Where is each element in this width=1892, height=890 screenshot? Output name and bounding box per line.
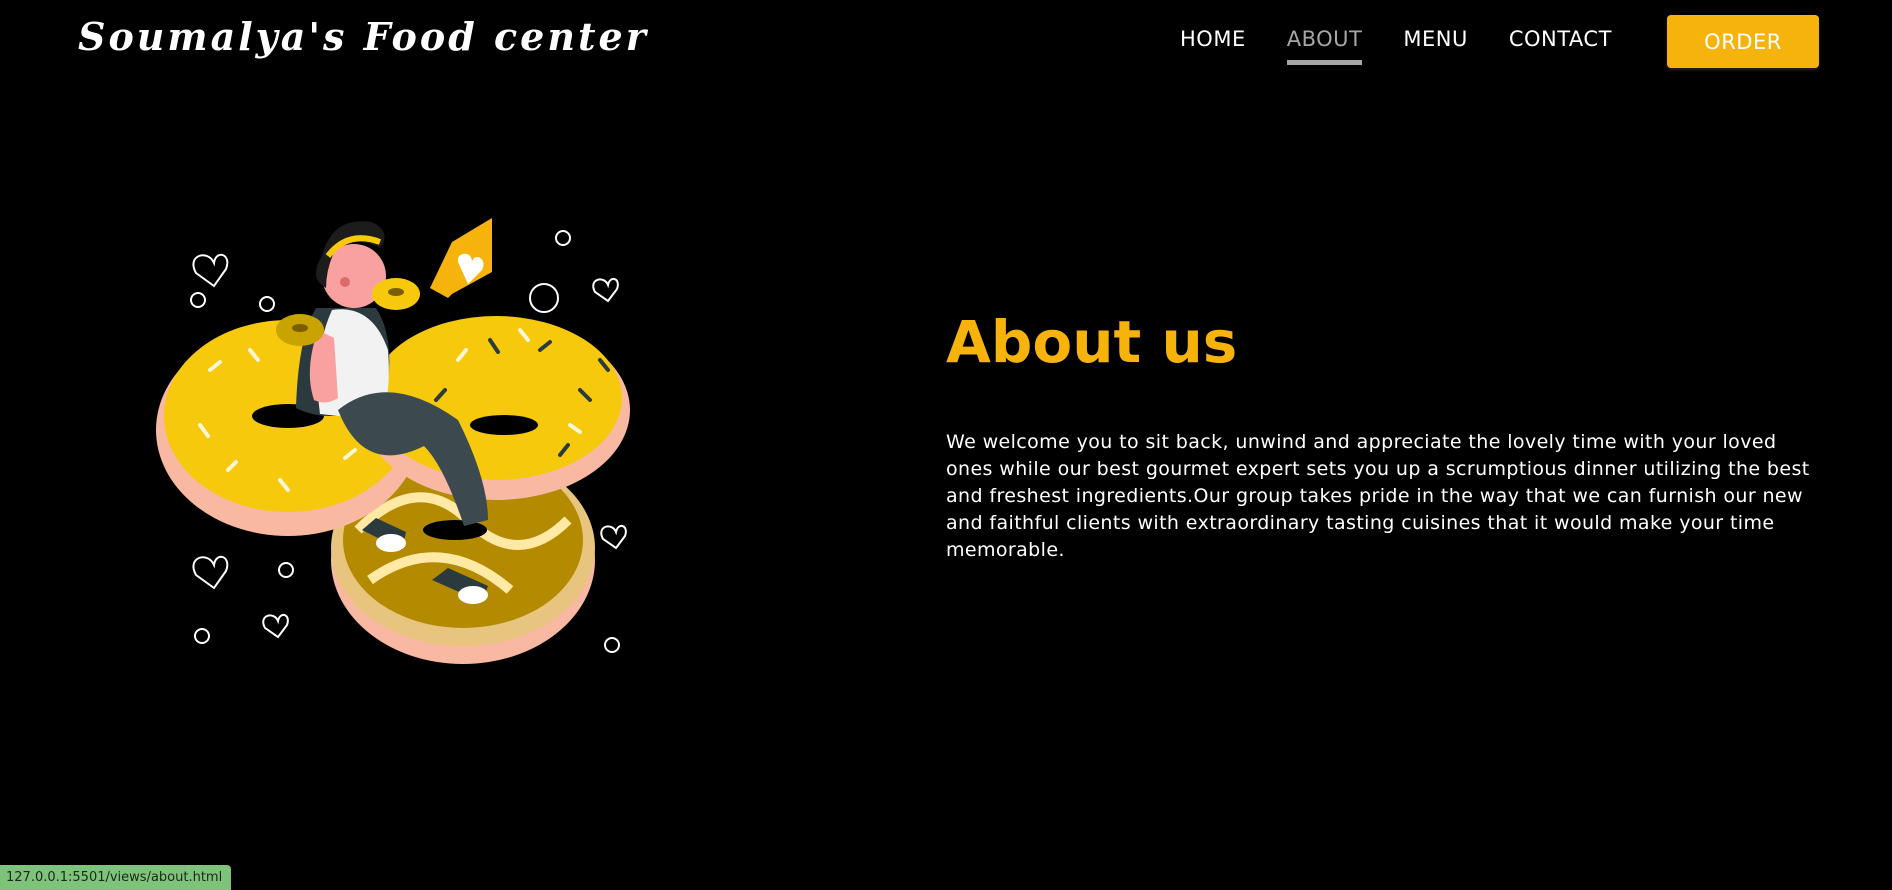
woman-eating-donuts-illustration [140, 200, 660, 680]
nav-about-link[interactable]: ABOUT [1286, 14, 1363, 65]
nav-contact-link[interactable]: CONTACT [1509, 14, 1612, 65]
about-description: We welcome you to sit back, unwind and a… [946, 431, 1810, 561]
nav-links: HOME ABOUT MENU CONTACT [1180, 14, 1653, 65]
brand-logo[interactable]: Soumalya's Food center [78, 14, 649, 59]
nav-menu-link[interactable]: MENU [1403, 14, 1467, 65]
speech-bubble-heart-icon [430, 218, 492, 298]
nav-home-link[interactable]: HOME [1180, 14, 1246, 65]
navbar: Soumalya's Food center HOME ABOUT MENU C… [0, 0, 1892, 84]
order-button[interactable]: ORDER [1667, 15, 1819, 68]
about-title: About us [946, 308, 1238, 376]
status-bar-url: 127.0.0.1:5501/views/about.html [0, 865, 232, 890]
